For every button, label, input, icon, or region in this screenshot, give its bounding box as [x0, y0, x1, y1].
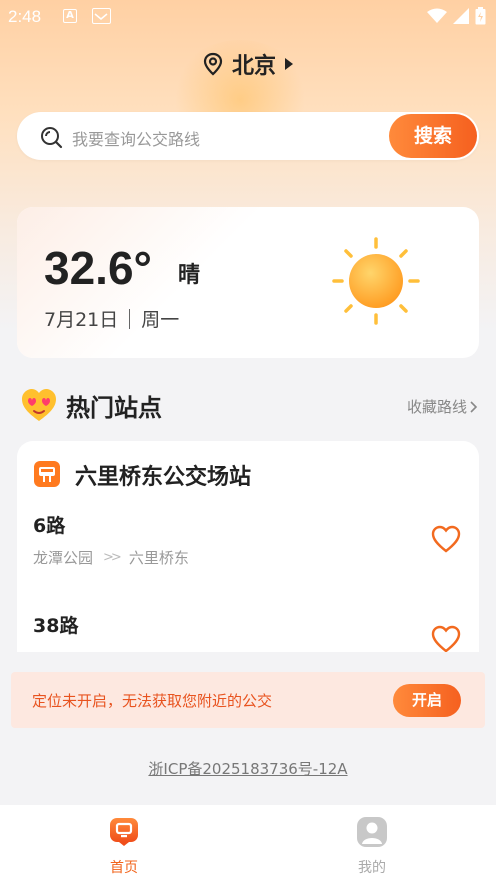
status-time: 2:48: [8, 7, 42, 26]
notification-a-icon: A: [63, 9, 77, 23]
status-bar: 2:48 A: [0, 0, 496, 34]
station-name: 六里桥东公交场站: [75, 465, 252, 490]
route-from: 龙潭公园: [33, 549, 94, 567]
profile-tab-icon: [357, 817, 387, 847]
weather-condition: 晴: [178, 263, 201, 288]
saved-routes-link[interactable]: 收藏路线: [407, 396, 478, 417]
temperature: 32.6°: [44, 242, 152, 294]
tab-home-label: 首页: [110, 860, 138, 876]
date-divider: [129, 308, 131, 329]
location-pin-icon: [203, 52, 223, 76]
double-chevron-icon: >>: [103, 550, 122, 565]
location-permission-banner: 定位未开启，无法获取您附近的公交 开启: [11, 672, 485, 728]
enable-location-button[interactable]: 开启: [393, 684, 461, 717]
signal-icon: [453, 8, 469, 24]
city-selector[interactable]: 北京: [0, 48, 496, 80]
icp-footer[interactable]: 浙ICP备2025183736号-12A: [0, 758, 496, 779]
route-item[interactable]: 38路: [33, 611, 463, 652]
battery-icon: [475, 7, 486, 25]
bus-stop-icon: [34, 461, 60, 487]
route-item[interactable]: 6路 龙潭公园 >> 六里桥东: [33, 511, 463, 591]
route-name: 6路: [33, 515, 66, 537]
search-button[interactable]: 搜索: [389, 114, 477, 158]
weather-card: 32.6° 晴 7月21日 周一: [17, 207, 479, 358]
search-icon: [41, 127, 63, 149]
bottom-tab-bar: 首页 我的: [0, 805, 496, 881]
tab-home[interactable]: 首页: [84, 817, 164, 877]
sun-icon: [332, 237, 420, 325]
notification-mail-icon: [92, 8, 111, 24]
favorite-heart-icon[interactable]: [431, 525, 461, 553]
favorite-heart-icon[interactable]: [431, 625, 461, 652]
station-card[interactable]: 六里桥东公交场站 6路 龙潭公园 >> 六里桥东 38路: [17, 441, 479, 652]
saved-routes-label: 收藏路线: [406, 398, 467, 416]
date: 7月21日: [44, 309, 119, 331]
search-input[interactable]: 我要查询公交路线: [72, 126, 200, 150]
search-bar[interactable]: 我要查询公交路线 搜索: [17, 112, 479, 160]
icp-link[interactable]: 浙ICP备2025183736号-12A: [148, 760, 347, 778]
tab-me-label: 我的: [358, 860, 386, 876]
hot-heart-icon: [22, 389, 56, 421]
chevron-right-icon: [470, 400, 478, 413]
location-permission-message: 定位未开启，无法获取您附近的公交: [32, 692, 273, 710]
status-right-icons: [427, 7, 486, 25]
wifi-icon: [427, 8, 447, 23]
weekday: 周一: [141, 309, 180, 331]
tab-me[interactable]: 我的: [332, 817, 412, 877]
route-name: 38路: [33, 615, 79, 637]
city-name: 北京: [231, 54, 276, 79]
route-to: 六里桥东: [128, 549, 189, 567]
caret-right-icon: [285, 58, 293, 70]
home-tab-icon: [110, 818, 138, 846]
hot-stations-title: 热门站点: [66, 394, 162, 422]
hot-stations-header: 热门站点 收藏路线: [20, 385, 480, 425]
date-row: 7月21日 周一: [44, 305, 179, 332]
route-path: 龙潭公园 >> 六里桥东: [33, 547, 189, 568]
